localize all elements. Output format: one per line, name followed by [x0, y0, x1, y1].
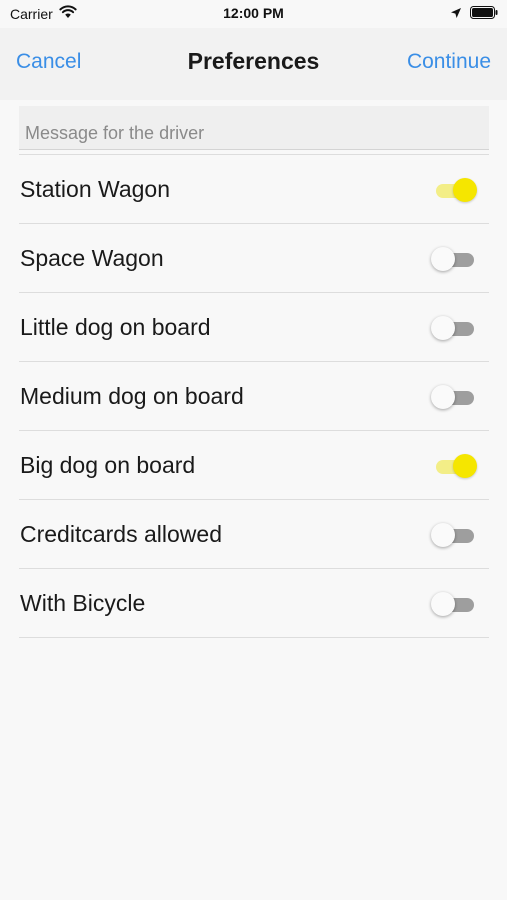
toggle-thumb — [453, 454, 477, 478]
preference-label: Station Wagon — [20, 176, 171, 202]
preference-label: Little dog on board — [20, 314, 211, 340]
toggle-thumb — [431, 385, 455, 409]
preference-row: Big dog on board — [19, 431, 489, 500]
toggle-thumb — [431, 316, 455, 340]
preference-row: Station Wagon — [19, 155, 489, 224]
preference-toggle[interactable] — [431, 591, 476, 617]
preference-toggle[interactable] — [431, 246, 476, 272]
preference-toggle[interactable] — [434, 177, 477, 203]
battery-icon — [470, 6, 498, 24]
preference-row: Space Wagon — [19, 224, 489, 293]
preference-row: Little dog on board — [19, 293, 489, 362]
preference-row: Medium dog on board — [19, 362, 489, 431]
toggle-thumb — [453, 178, 477, 202]
preference-label: Medium dog on board — [20, 383, 244, 409]
toggle-thumb — [431, 523, 455, 547]
preferences-list: Station Wagon Space Wagon Little dog on … — [19, 154, 489, 638]
preference-label: With Bicycle — [20, 590, 146, 616]
status-time: 12:00 PM — [223, 5, 284, 21]
status-right — [450, 6, 498, 24]
preference-label: Creditcards allowed — [20, 521, 222, 547]
preference-toggle[interactable] — [431, 315, 476, 341]
preference-toggle[interactable] — [434, 453, 477, 479]
navigation-bar: Cancel Preferences Continue — [0, 28, 507, 100]
continue-button[interactable]: Continue — [407, 50, 491, 74]
location-arrow-icon — [450, 6, 462, 24]
toggle-thumb — [431, 592, 455, 616]
preference-row: With Bicycle — [19, 569, 489, 638]
toggle-thumb — [431, 247, 455, 271]
preference-toggle[interactable] — [431, 522, 476, 548]
driver-message-input[interactable] — [19, 106, 489, 150]
preference-row: Creditcards allowed — [19, 500, 489, 569]
status-bar: Carrier 12:00 PM — [0, 0, 507, 28]
preference-toggle[interactable] — [431, 384, 476, 410]
preference-label: Space Wagon — [20, 245, 164, 271]
preference-label: Big dog on board — [20, 452, 196, 478]
